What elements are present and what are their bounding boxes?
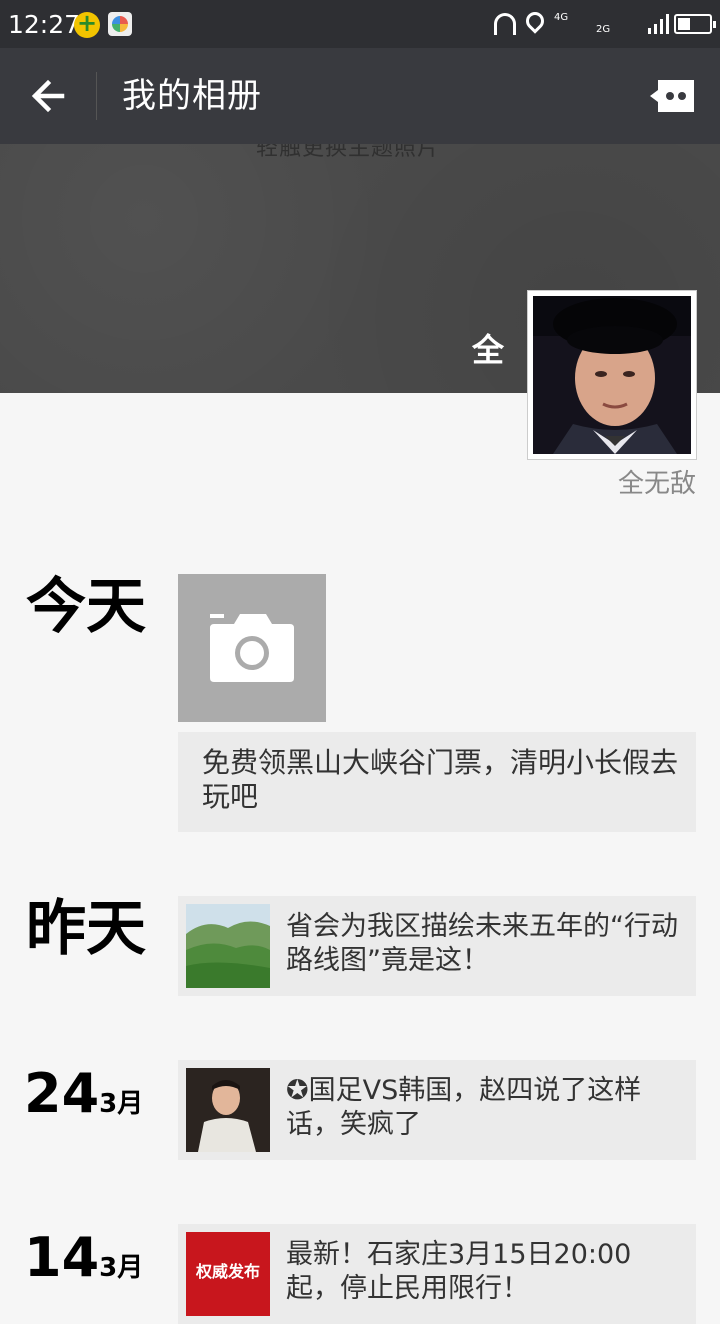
avatar-photo [533, 296, 691, 454]
feed-card[interactable]: ✪国足VS韩国，赵四说了这样话，笑疯了 [178, 1060, 696, 1160]
signature-text: 全无敌 [617, 469, 696, 499]
feed-card-thumbnail [186, 1068, 270, 1152]
feed-card-title: 省会为我区描绘未来五年的“行动路线图”竟是这！ [286, 911, 678, 976]
feed-card[interactable]: 免费领黑山大峡谷门票，清明小长假去玩吧 [178, 732, 696, 832]
post-photo-button[interactable] [178, 574, 326, 722]
date-month: 3月 [99, 1089, 144, 1119]
message-button[interactable] [648, 78, 696, 114]
thumbnail-caption: 权威发布 [195, 1262, 260, 1281]
avatar[interactable] [528, 291, 696, 459]
location-icon [522, 8, 548, 34]
app-bar: 我的相册 [0, 48, 720, 144]
username: 全 [472, 331, 505, 369]
network-type-bottom: 2G [596, 24, 611, 35]
date-14-march: 143月 [24, 1226, 143, 1300]
message-icon [650, 80, 694, 112]
date-yesterday: 昨天 [26, 894, 146, 964]
date-today: 今天 [26, 572, 146, 642]
feed-card-title: 免费领黑山大峡谷门票，清明小长假去玩吧 [202, 746, 679, 813]
feed-card-thumbnail: 权威发布 [186, 1232, 270, 1316]
feed-card[interactable]: 权威发布 最新！石家庄3月15日20:00起，停止民用限行！ [178, 1224, 696, 1324]
date-day: 24 [24, 1062, 100, 1125]
date-24-march: 243月 [24, 1062, 143, 1136]
back-button[interactable] [22, 70, 74, 122]
page-title: 我的相册 [122, 76, 262, 116]
network-signal-icon: 4G 2G [554, 12, 644, 38]
status-bar: 12:27 4G 2G [0, 0, 720, 48]
feed-card-title: 最新！石家庄3月15日20:00起，停止民用限行！ [286, 1239, 632, 1304]
headphone-icon [494, 13, 516, 35]
feed-card-title: ✪国足VS韩国，赵四说了这样话，笑疯了 [286, 1075, 642, 1140]
network-type-top: 4G [554, 12, 569, 23]
feed-card-thumbnail [186, 904, 270, 988]
app-notification-icon [74, 9, 100, 38]
battery-icon [674, 14, 716, 34]
feed-card[interactable]: 省会为我区描绘未来五年的“行动路线图”竟是这！ [178, 896, 696, 996]
camera-icon [210, 614, 294, 682]
app-bar-divider [96, 72, 97, 120]
status-time: 12:27 [8, 10, 81, 39]
date-month: 3月 [99, 1253, 144, 1283]
signal-bars-icon [648, 14, 672, 34]
cover-hint-text: 轻触更换主题照片 [256, 144, 441, 161]
app-notification-icon-2 [108, 12, 132, 36]
back-arrow-icon [31, 79, 65, 113]
